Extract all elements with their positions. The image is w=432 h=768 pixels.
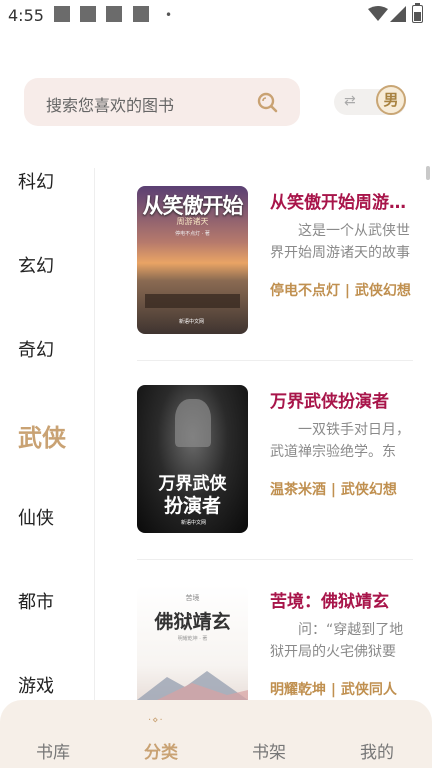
- notification-icon: [54, 6, 70, 22]
- book-cover[interactable]: 万界武侠 扮演者 新语中文网: [137, 385, 248, 533]
- category-item[interactable]: 奇幻: [18, 336, 54, 362]
- category-list: 科幻 玄幻 奇幻 武侠 仙侠 都市 游戏: [0, 160, 94, 700]
- book-meta: 明耀乾坤 | 武侠同人: [270, 682, 397, 698]
- search-bar[interactable]: 搜索您喜欢的图书: [24, 78, 300, 126]
- list-divider: [137, 360, 413, 361]
- swap-icon: ⇄: [344, 93, 356, 109]
- cover-mountains: [137, 671, 248, 700]
- search-icon[interactable]: [256, 91, 278, 113]
- cover-author: 停电不点灯 · 著: [175, 231, 210, 237]
- tab-bookshelf[interactable]: 书架: [252, 738, 286, 763]
- gender-label: 男: [376, 85, 406, 115]
- cover-author: 明耀乾坤 · 著: [177, 636, 208, 642]
- book-description: 问：“穿越到了地狱开局的火宅佛狱要: [270, 622, 404, 660]
- cover-publisher: 新语中文网: [179, 319, 205, 325]
- cover-figure: [175, 399, 211, 447]
- cover-subtitle: 周游诸天: [176, 217, 209, 226]
- cover-pier: [145, 294, 240, 308]
- cover-title: 佛狱靖玄: [154, 611, 231, 633]
- category-item[interactable]: 玄幻: [18, 252, 54, 278]
- gender-toggle[interactable]: ⇄ 男: [334, 85, 406, 115]
- category-item[interactable]: 科幻: [18, 168, 54, 194]
- cover-tag: 苦境: [185, 594, 200, 602]
- notification-icon: [106, 6, 122, 22]
- tab-profile[interactable]: 我的: [360, 738, 394, 763]
- battery-icon: [412, 3, 423, 23]
- book-meta: 温茶米酒 | 武侠幻想: [270, 482, 397, 498]
- wifi-icon: [368, 6, 388, 21]
- list-divider: [137, 559, 413, 560]
- book-cover[interactable]: 从笑傲开始 周游诸天 停电不点灯 · 著 新语中文网: [137, 186, 248, 334]
- tab-category[interactable]: 分类: [144, 738, 178, 763]
- status-dot: •: [165, 8, 173, 22]
- category-item-active[interactable]: 武侠: [18, 418, 66, 453]
- book-title[interactable]: 从笑傲开始周游诸天: [270, 188, 415, 213]
- cover-title-2: 扮演者: [163, 495, 221, 517]
- book-title[interactable]: 万界武侠扮演者: [270, 387, 415, 412]
- book-item[interactable]: 苦境 佛狱靖玄 明耀乾坤 · 著 苦境：佛狱靖玄 问：“穿越到了地狱开局的火宅佛…: [137, 585, 413, 700]
- category-item[interactable]: 仙侠: [18, 504, 54, 530]
- book-cover[interactable]: 苦境 佛狱靖玄 明耀乾坤 · 著: [137, 585, 248, 700]
- book-description: 这是一个从武侠世界开始周游诸天的故事: [270, 223, 410, 261]
- signal-icon: [390, 6, 406, 22]
- tab-library[interactable]: 书库: [36, 738, 70, 763]
- notification-icon: [133, 6, 149, 22]
- notification-icon: [80, 6, 96, 22]
- category-item[interactable]: 都市: [18, 588, 54, 614]
- book-item[interactable]: 从笑傲开始 周游诸天 停电不点灯 · 著 新语中文网 从笑傲开始周游诸天 这是一…: [137, 186, 415, 334]
- book-meta: 停电不点灯 | 武侠幻想: [270, 283, 411, 299]
- status-bar: 4:55 •: [0, 0, 432, 30]
- category-divider: [94, 168, 95, 708]
- search-placeholder: 搜索您喜欢的图书: [46, 96, 175, 115]
- book-item[interactable]: 万界武侠 扮演者 新语中文网 万界武侠扮演者 一双铁手对日月，武道禅宗验绝学。东…: [137, 385, 413, 533]
- book-description: 一双铁手对日月，武道禅宗验绝学。东: [270, 422, 410, 460]
- status-time: 4:55: [8, 6, 44, 25]
- scrollbar[interactable]: [426, 166, 430, 180]
- active-tab-indicator: ·⋄·: [148, 715, 164, 726]
- bottom-nav: ·⋄· 书库 分类 书架 我的: [0, 700, 432, 768]
- cover-publisher: 新语中文网: [181, 520, 207, 526]
- category-item[interactable]: 游戏: [18, 672, 54, 698]
- book-title[interactable]: 苦境：佛狱靖玄: [270, 587, 415, 612]
